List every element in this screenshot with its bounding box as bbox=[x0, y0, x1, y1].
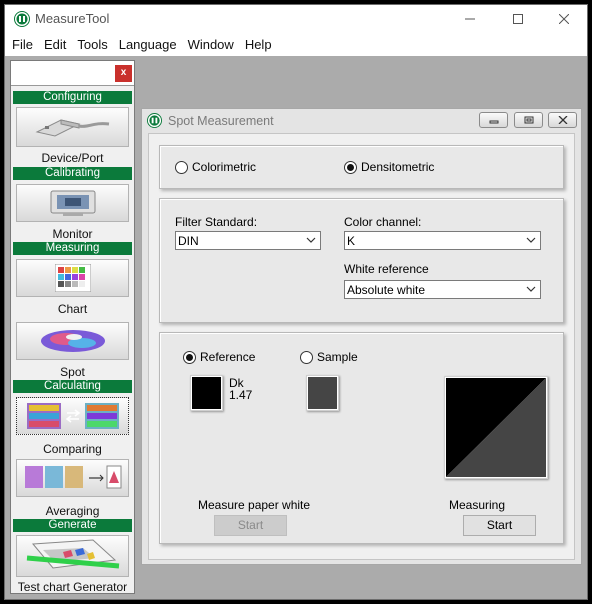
comparing-label: Comparing bbox=[43, 442, 102, 456]
monitor-icon bbox=[50, 190, 95, 216]
section-measuring: Measuring bbox=[13, 242, 132, 255]
sample-swatch-fill bbox=[308, 377, 337, 409]
chevron-down-icon bbox=[306, 237, 316, 243]
averaging-label: Averaging bbox=[45, 504, 100, 518]
spot-button[interactable] bbox=[16, 322, 129, 360]
close-icon bbox=[558, 116, 567, 124]
device-port-button[interactable] bbox=[16, 107, 129, 147]
sample-label: Sample bbox=[317, 350, 358, 364]
chart-label: Chart bbox=[57, 302, 88, 316]
title-bar: MeasureTool bbox=[5, 5, 587, 33]
spot-measurement-window: Spot Measurement Colorimetric Densitomet… bbox=[141, 108, 582, 565]
spot-window-title-bar: Spot Measurement bbox=[142, 109, 581, 133]
workspace: x Configuring Device/Port Calibrating Mo… bbox=[5, 56, 587, 599]
close-icon bbox=[559, 14, 569, 24]
color-channel-value: K bbox=[347, 234, 356, 248]
toolbox-close-button[interactable]: x bbox=[115, 65, 132, 82]
reference-value: 1.47 bbox=[229, 388, 253, 402]
application-window: MeasureTool File Edit Tools Language Win… bbox=[4, 4, 588, 600]
usb-cable-icon bbox=[35, 119, 109, 137]
color-channel-label: Color channel: bbox=[344, 215, 422, 229]
minimize-icon bbox=[465, 18, 475, 20]
toolbox-header: x bbox=[11, 61, 134, 86]
menu-file[interactable]: File bbox=[8, 34, 36, 56]
test-chart-generator-label: Test chart Generator bbox=[17, 580, 128, 594]
comparing-button[interactable] bbox=[16, 397, 129, 435]
filter-standard-select[interactable]: DIN bbox=[175, 231, 321, 250]
measurement-panel: Reference Sample Dk 1.47 Measure paper w… bbox=[159, 332, 564, 544]
test-chart-generator-icon bbox=[26, 539, 119, 569]
spot-window-logo-icon bbox=[147, 113, 162, 128]
white-reference-select[interactable]: Absolute white bbox=[344, 280, 541, 299]
menu-window[interactable]: Window bbox=[184, 34, 237, 56]
menu-bar: File Edit Tools Language Window Help bbox=[5, 34, 587, 56]
spot-window-body: Colorimetric Densitometric Filter Standa… bbox=[148, 133, 575, 560]
filter-panel: Filter Standard: DIN Color channel: K Wh… bbox=[159, 198, 564, 323]
reference-radio[interactable]: Reference bbox=[183, 350, 255, 364]
restore-icon bbox=[524, 116, 533, 124]
close-button[interactable] bbox=[541, 5, 587, 33]
filter-standard-value: DIN bbox=[178, 234, 199, 248]
sample-swatch bbox=[306, 375, 339, 411]
colorimetric-radio[interactable]: Colorimetric bbox=[175, 160, 256, 174]
reference-radio-dot bbox=[183, 350, 196, 364]
monitor-label: Monitor bbox=[52, 227, 93, 241]
densitometric-label: Densitometric bbox=[361, 160, 435, 174]
section-generate: Generate bbox=[13, 519, 132, 532]
colorimetric-radio-dot bbox=[175, 160, 188, 174]
spot-label: Spot bbox=[60, 365, 85, 379]
maximize-icon bbox=[513, 14, 523, 24]
reference-swatch-fill bbox=[192, 377, 221, 409]
color-spot-icon bbox=[40, 330, 105, 352]
spot-window-title: Spot Measurement bbox=[168, 114, 274, 128]
minimize-button[interactable] bbox=[447, 5, 493, 33]
reference-label: Reference bbox=[200, 350, 256, 364]
measure-paper-white-label: Measure paper white bbox=[198, 498, 311, 512]
measuring-start-button[interactable]: Start bbox=[463, 515, 536, 536]
minimize-icon bbox=[489, 120, 498, 124]
spot-minimize-button[interactable] bbox=[479, 112, 508, 128]
menu-language[interactable]: Language bbox=[115, 34, 180, 56]
sample-radio-dot bbox=[300, 350, 313, 364]
colorimetric-label: Colorimetric bbox=[192, 160, 257, 174]
spot-close-button[interactable] bbox=[548, 112, 577, 128]
color-channel-select[interactable]: K bbox=[344, 231, 541, 250]
color-chart-icon bbox=[54, 264, 91, 292]
average-charts-icon bbox=[24, 465, 121, 489]
section-configuring: Configuring bbox=[13, 91, 132, 104]
averaging-button[interactable] bbox=[16, 459, 129, 497]
app-title: MeasureTool bbox=[35, 11, 110, 26]
comparison-preview-graphic bbox=[446, 378, 546, 477]
menu-edit[interactable]: Edit bbox=[40, 34, 69, 56]
chevron-down-icon bbox=[526, 286, 536, 292]
reference-swatch bbox=[190, 375, 223, 411]
toolbox-panel: x Configuring Device/Port Calibrating Mo… bbox=[10, 60, 135, 594]
test-chart-generator-button[interactable] bbox=[16, 535, 129, 577]
comparison-preview bbox=[444, 376, 548, 479]
section-calculating: Calculating bbox=[13, 380, 132, 393]
measuring-label: Measuring bbox=[449, 498, 506, 512]
app-logo-icon bbox=[14, 11, 30, 27]
menu-tools[interactable]: Tools bbox=[73, 34, 110, 56]
white-reference-label: White reference bbox=[344, 262, 429, 276]
compare-charts-icon bbox=[26, 403, 119, 429]
densitometric-radio-dot bbox=[344, 160, 357, 174]
device-port-label: Device/Port bbox=[41, 151, 104, 165]
maximize-button[interactable] bbox=[495, 5, 541, 33]
filter-standard-label: Filter Standard: bbox=[175, 215, 258, 229]
paper-white-start-button[interactable]: Start bbox=[214, 515, 287, 536]
chevron-down-icon bbox=[526, 237, 536, 243]
section-calibrating: Calibrating bbox=[13, 167, 132, 180]
white-reference-value: Absolute white bbox=[347, 283, 426, 297]
menu-help[interactable]: Help bbox=[241, 34, 275, 56]
sample-radio[interactable]: Sample bbox=[300, 350, 358, 364]
monitor-button[interactable] bbox=[16, 184, 129, 222]
spot-restore-button[interactable] bbox=[514, 112, 543, 128]
densitometric-radio[interactable]: Densitometric bbox=[344, 160, 434, 174]
chart-button[interactable] bbox=[16, 259, 129, 297]
mode-panel: Colorimetric Densitometric bbox=[159, 145, 564, 189]
